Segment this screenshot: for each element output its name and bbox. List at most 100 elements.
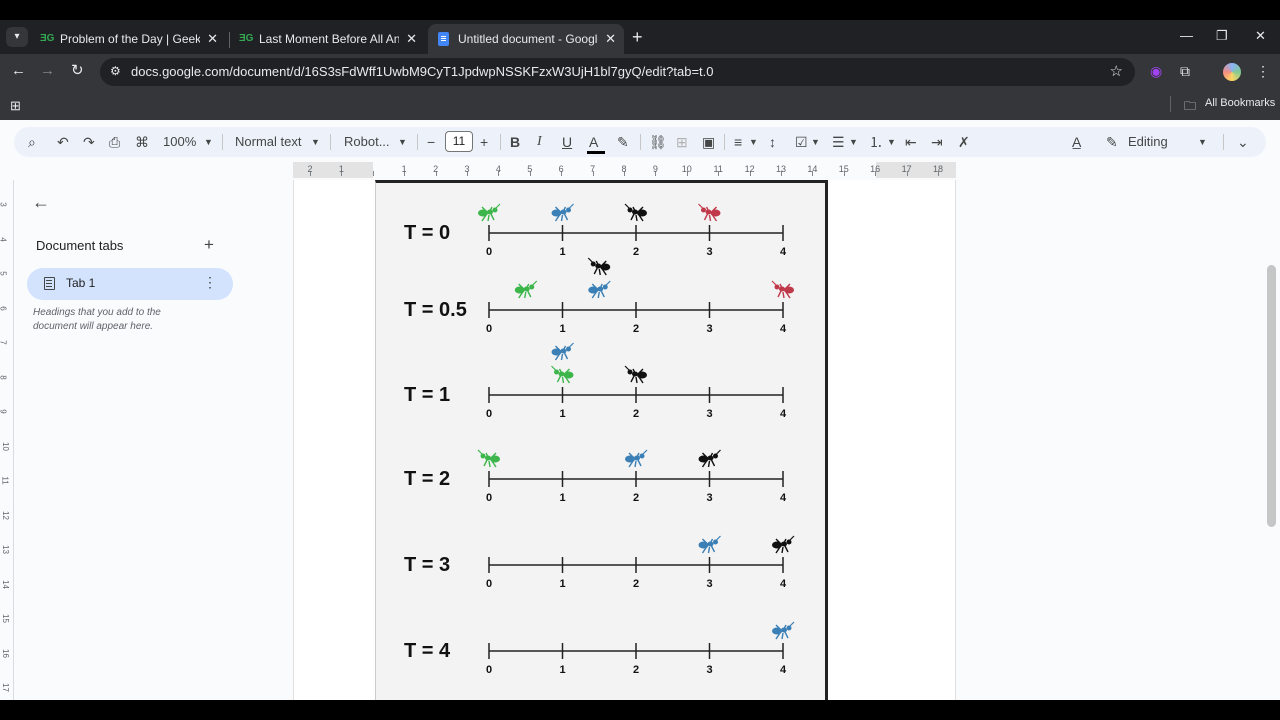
font-family-select[interactable]: Robot...	[344, 132, 390, 152]
vertical-ruler[interactable]: 3 4 5 6 7 8 9 10 11 12 13 14 15 16 17	[0, 180, 14, 700]
clear-formatting-icon[interactable]: ✗	[958, 132, 970, 152]
font-size-input[interactable]: 11	[445, 131, 473, 152]
bulleted-list-icon[interactable]: ☰	[832, 132, 845, 152]
ant-leg	[593, 267, 598, 275]
browser-tab-strip: ▾ ƎG Problem of the Day | GeeksforG ✕ ƎG…	[0, 20, 1280, 54]
numbered-chevron-down-icon[interactable]: ▼	[887, 132, 896, 152]
paragraph-style-select[interactable]: Normal text	[235, 132, 301, 152]
tick-label: 3	[706, 323, 712, 335]
text-color-icon[interactable]: A	[589, 132, 598, 152]
editing-pencil-icon[interactable]: ✎	[1106, 132, 1118, 152]
browser-tab-untitled-document[interactable]: Untitled document - Google Do ✕	[428, 24, 624, 54]
paint-format-icon[interactable]: ⌘	[135, 132, 149, 152]
tab-close-icon[interactable]: ✕	[605, 24, 616, 54]
ant-head	[786, 625, 792, 631]
decrease-indent-icon[interactable]: ⇤	[905, 132, 917, 152]
apps-grid-icon[interactable]: ⊞	[10, 98, 21, 114]
toolbar-divider	[1223, 134, 1224, 150]
back-arrow-icon[interactable]: ←	[32, 192, 50, 213]
browser-menu-icon[interactable]: ⋮	[1256, 63, 1270, 80]
insert-image-icon[interactable]: ▣	[702, 132, 715, 152]
sidebar-item-tab-1[interactable]: Tab 1 ⋮	[27, 268, 233, 300]
minimize-icon[interactable]: —	[1180, 28, 1193, 43]
ants-timeline-image[interactable]: T = 0 0 1 2 3 4 T = 0.5 0 1 2 3 4 T = 1 0 1 2 3 4 T = 2 0 1 2…	[375, 180, 828, 700]
checklist-icon[interactable]: ☑	[795, 132, 808, 152]
timeline-label: T = 1	[404, 384, 450, 406]
style-chevron-down-icon[interactable]: ▼	[311, 132, 320, 152]
insert-link-icon[interactable]: ⛓	[649, 132, 667, 152]
scrollbar-thumb[interactable]	[1267, 265, 1276, 527]
timeline-label: T = 3	[404, 554, 450, 576]
add-tab-icon[interactable]: +	[204, 235, 214, 255]
tab-close-icon[interactable]: ✕	[406, 24, 417, 54]
forward-icon[interactable]: →	[40, 62, 55, 80]
tick-label: 0	[486, 408, 492, 420]
ant-leg	[556, 375, 562, 383]
all-bookmarks-link[interactable]: All Bookmarks	[1205, 97, 1275, 109]
browser-tab-last-moment[interactable]: ƎG Last Moment Before All Ants Fa ✕	[229, 24, 425, 54]
address-bar[interactable]: ⚙ docs.google.com/document/d/16S3sFdWff1…	[100, 58, 1135, 86]
ant-leg	[710, 545, 716, 553]
spellcheck-icon[interactable]: A̲	[1072, 132, 1081, 152]
decrease-font-size-icon[interactable]: −	[427, 132, 435, 152]
zoom-select[interactable]: 100%	[163, 132, 196, 152]
ruler-number: 10	[681, 164, 692, 174]
tick-label: 3	[706, 492, 712, 504]
new-tab-button[interactable]: +	[632, 28, 643, 46]
ruler-number: 2	[433, 164, 439, 174]
checklist-chevron-down-icon[interactable]: ▼	[811, 132, 820, 152]
bookmarks-divider	[1170, 96, 1171, 112]
extension-brain-icon[interactable]: ◉	[1150, 63, 1162, 80]
underline-icon[interactable]: U	[562, 132, 572, 152]
site-info-icon[interactable]: ⚙	[110, 64, 121, 78]
editing-mode-select[interactable]: Editing	[1128, 132, 1168, 152]
ant-antenna	[716, 449, 721, 455]
ruler-number: 8	[0, 375, 8, 379]
back-icon[interactable]: ←	[11, 62, 26, 80]
restore-icon[interactable]: ❐	[1216, 28, 1228, 44]
more-options-icon[interactable]: ⋮	[203, 274, 217, 291]
italic-icon[interactable]: I	[537, 132, 542, 152]
align-chevron-down-icon[interactable]: ▼	[749, 132, 758, 152]
undo-icon[interactable]: ↶	[57, 132, 69, 152]
add-comment-icon[interactable]: ⊞	[676, 132, 688, 152]
ant-leg	[784, 631, 789, 639]
tick-label: 2	[633, 408, 639, 420]
ruler-number: 12	[0, 510, 10, 520]
font-chevron-down-icon[interactable]: ▼	[398, 132, 407, 152]
highlight-pen-icon[interactable]: ✎	[617, 132, 629, 152]
profile-avatar[interactable]	[1223, 63, 1241, 81]
numbered-list-icon[interactable]: ⒈	[869, 132, 883, 152]
ant-head	[639, 453, 645, 459]
mode-chevron-down-icon[interactable]: ▼	[1198, 132, 1207, 152]
tab-search-chevron-icon[interactable]: ▾	[6, 27, 28, 47]
line-spacing-icon[interactable]: ↕	[769, 132, 776, 152]
search-menus-icon[interactable]: ⌕	[28, 132, 36, 152]
print-icon[interactable]: ⎙	[109, 132, 120, 152]
reload-icon[interactable]: ↻	[71, 62, 84, 80]
bookmark-star-icon[interactable]: ☆	[1110, 62, 1123, 80]
tab-close-icon[interactable]: ✕	[207, 24, 218, 54]
bold-icon[interactable]: B	[510, 132, 520, 152]
extensions-puzzle-icon[interactable]: ⧉	[1180, 63, 1190, 80]
timeline-label: T = 0	[404, 222, 450, 244]
window-close-icon[interactable]: ✕	[1255, 28, 1266, 44]
horizontal-ruler[interactable]: 2 1 1 2 3 4 5 6 7 8 9 10 11 12 13 14 15 16 17 18	[293, 162, 956, 178]
collapse-menus-chevron-icon[interactable]: ⌄	[1237, 132, 1249, 152]
zoom-chevron-down-icon[interactable]: ▼	[204, 132, 213, 152]
increase-font-size-icon[interactable]: +	[480, 132, 488, 152]
toolbar-divider	[330, 134, 331, 150]
align-icon[interactable]: ≡	[734, 132, 742, 152]
url-text[interactable]: docs.google.com/document/d/16S3sFdWff1Uw…	[131, 64, 714, 79]
ruler-number: 15	[0, 614, 10, 623]
ant-head	[566, 346, 571, 352]
document-page[interactable]: T = 0 0 1 2 3 4 T = 0.5 0 1 2 3 4 T = 1 0 1 2 3 4 T = 2 0 1 2…	[293, 180, 956, 700]
ant-leg	[561, 376, 565, 384]
increase-indent-icon[interactable]: ⇥	[931, 132, 943, 152]
ant-head	[529, 284, 535, 290]
ant-head	[786, 539, 792, 545]
ruler-number: 12	[744, 164, 755, 174]
bullet-chevron-down-icon[interactable]: ▼	[849, 132, 858, 152]
redo-icon[interactable]: ↷	[83, 132, 95, 152]
browser-tab-problem-of-the-day[interactable]: ƎG Problem of the Day | GeeksforG ✕	[30, 24, 226, 54]
